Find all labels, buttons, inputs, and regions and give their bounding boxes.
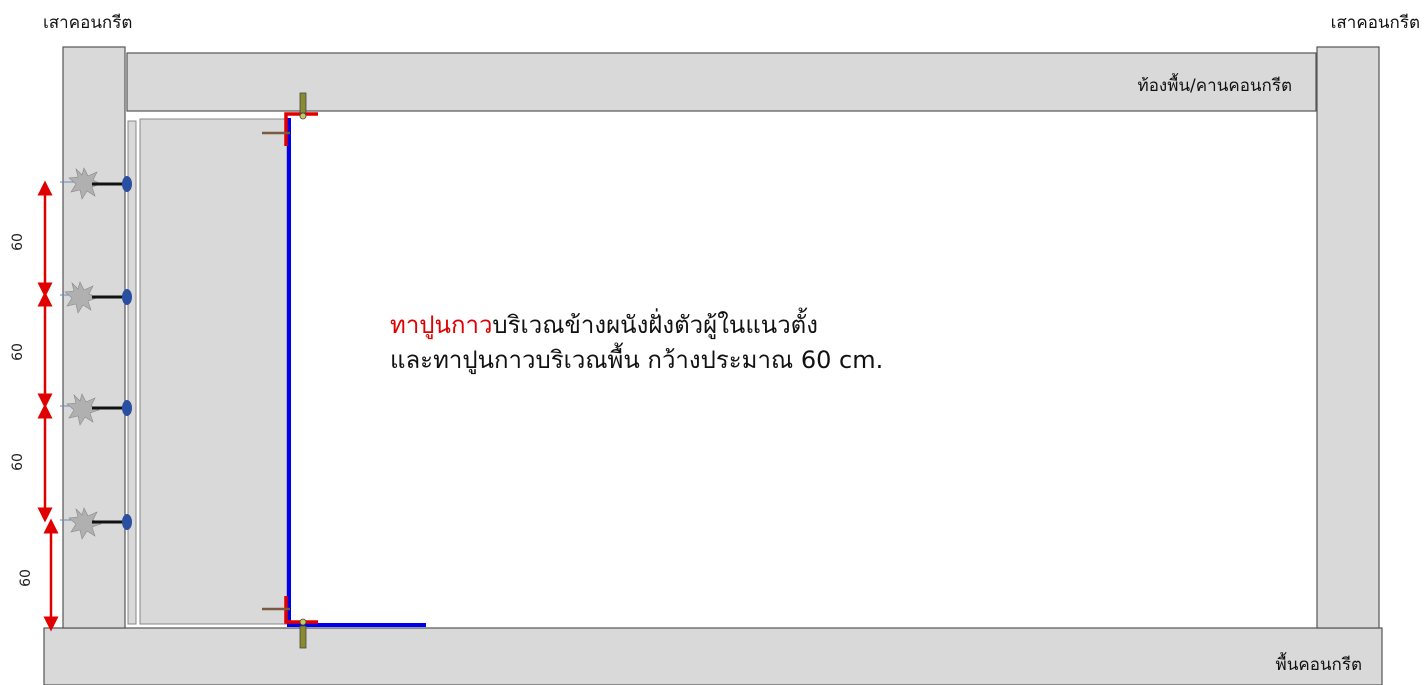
left-column bbox=[62, 46, 126, 629]
floor-slab bbox=[43, 627, 1383, 685]
screw-icon bbox=[299, 92, 307, 120]
right-column bbox=[1316, 46, 1380, 629]
screw-icon bbox=[299, 618, 307, 649]
dimension-label: 60 bbox=[10, 233, 26, 251]
dimension-label: 60 bbox=[10, 343, 26, 361]
thin-wall-panel bbox=[127, 120, 137, 625]
left-column-label: เสาคอนกรีต bbox=[43, 13, 132, 33]
highlight-text: ทาปูนกาว bbox=[390, 311, 492, 340]
wall-panel bbox=[139, 118, 288, 625]
instruction-note-line1: ทาปูนกาวบริเวณข้างผนังฝั่งตัวผู้ในแนวตั้… bbox=[390, 307, 818, 340]
beam-label: ท้องพื้น/คานคอนกรีต bbox=[1138, 73, 1292, 96]
right-column-label: เสาคอนกรีต bbox=[1331, 13, 1420, 33]
floor-label: พื้นคอนกรีต bbox=[1276, 652, 1363, 675]
dimension-label: 60 bbox=[18, 569, 34, 587]
wall-installation-diagram: 60 60 60 60 เสาคอนกรีต เสาคอนกรีต ท้องพื… bbox=[10, 13, 1420, 685]
note-text: บริเวณข้างผนังฝั่งตัวผู้ในแนวตั้ง bbox=[492, 307, 818, 340]
instruction-note-line2: และทาปูนกาวบริเวณพื้น กว้างประมาณ 60 cm. bbox=[390, 342, 883, 375]
dimension-label: 60 bbox=[10, 453, 26, 471]
